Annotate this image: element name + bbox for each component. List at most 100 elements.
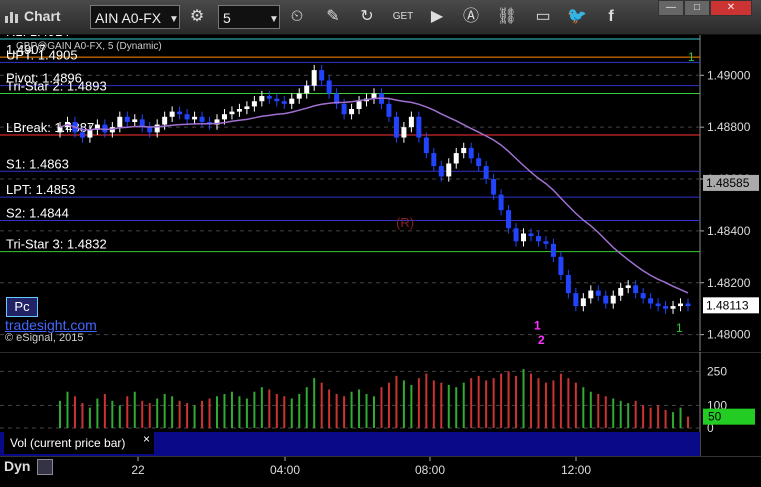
volume-bar — [559, 373, 562, 428]
x-tick-label: 04:00 — [270, 463, 300, 477]
volume-bar — [156, 398, 159, 428]
link-icon[interactable]: ⛓ — [496, 6, 518, 28]
comment-icon[interactable]: ▭ — [532, 6, 554, 28]
candle-body — [296, 93, 302, 99]
volume-bar — [544, 382, 547, 428]
maximize-button[interactable]: □ — [684, 0, 710, 16]
candle-body — [498, 194, 504, 211]
site-link[interactable]: tradesight.com — [5, 317, 97, 333]
level-label: Tri-Star 3: 1.4832 — [6, 237, 107, 252]
volume-bar — [664, 409, 667, 428]
candle-body — [408, 116, 414, 128]
volume-bar — [66, 391, 69, 428]
play-icon[interactable]: ▶ — [426, 6, 448, 28]
volume-bar — [171, 396, 174, 428]
volume-bar — [687, 416, 689, 428]
candle-body — [341, 103, 347, 115]
volume-bar — [313, 378, 316, 428]
volume-bar — [387, 382, 390, 428]
candle-body — [132, 119, 138, 122]
a-icon[interactable]: Ⓐ — [460, 6, 482, 28]
candle-body — [618, 287, 624, 296]
close-button[interactable]: ✕ — [710, 0, 752, 16]
lock-icon[interactable] — [37, 459, 53, 475]
close-icon[interactable]: × — [143, 432, 150, 446]
volume-bar — [455, 387, 458, 428]
pencil-icon[interactable]: ✎ — [322, 6, 344, 28]
candle-body — [416, 116, 422, 138]
green-marker-top: 1 — [688, 50, 695, 64]
candle-body — [595, 290, 601, 296]
price-chart[interactable]: R1: 1.49141.4907UPT: 1.4905Pivot: 1.4896… — [0, 24, 761, 351]
volume-bar — [417, 378, 420, 428]
facebook-icon[interactable]: f — [600, 6, 622, 28]
y-tick-label: 1.49000 — [707, 68, 751, 82]
candle-body — [625, 285, 631, 288]
volume-bar — [253, 391, 256, 428]
volume-bar — [230, 391, 233, 428]
volume-bar — [193, 405, 196, 428]
symbol-dropdown-icon[interactable]: ▼ — [163, 9, 185, 31]
settings-icon[interactable]: ⚙ — [186, 6, 208, 28]
candle-body — [311, 70, 317, 86]
candle-body — [87, 129, 93, 138]
candle-body — [446, 163, 452, 177]
candle-body — [244, 106, 250, 110]
volume-bar — [298, 394, 301, 428]
candle-body — [124, 116, 130, 122]
level-label: LPT: 1.4853 — [6, 182, 75, 197]
candle-body — [685, 303, 691, 307]
volume-bar — [343, 396, 346, 428]
interval-dropdown-icon[interactable]: ▼ — [263, 9, 285, 31]
level-label: S1: 1.4863 — [6, 156, 69, 171]
candle-body — [513, 228, 519, 242]
candle-body — [543, 241, 549, 244]
refresh-icon[interactable]: ↻ — [356, 6, 378, 28]
volume-bar — [118, 405, 121, 428]
candle-body — [603, 295, 609, 304]
volume-bar — [335, 394, 338, 428]
magenta-marker-2: 2 — [538, 333, 545, 347]
candle-body — [349, 109, 355, 115]
current-price-label: 1.48113 — [706, 298, 749, 312]
volume-bar — [373, 396, 375, 428]
clock-icon[interactable]: ⏲ — [286, 6, 308, 28]
get-icon[interactable]: GET — [392, 6, 414, 28]
volume-bar — [268, 389, 271, 428]
volume-bar — [530, 373, 532, 428]
pc-badge[interactable]: Pc — [6, 297, 38, 317]
volume-bar — [141, 400, 144, 428]
volume-bar — [358, 389, 361, 428]
volume-bar — [597, 394, 600, 428]
candle-body — [438, 166, 444, 177]
candle-body — [236, 109, 242, 112]
time-axis-bar: 22 04:00 08:00 12:00 — [0, 456, 761, 482]
candle-body — [356, 101, 362, 110]
vol-tick-label: 250 — [707, 364, 727, 378]
x-tick-label: 22 — [131, 463, 145, 477]
volume-bar — [619, 400, 622, 428]
candle-body — [648, 298, 654, 304]
candle-body — [558, 256, 564, 275]
y-tick-label: 1.48200 — [707, 276, 751, 290]
volume-bar — [537, 378, 540, 428]
volume-bar — [447, 384, 450, 428]
volume-bar — [627, 403, 630, 428]
candle-body — [588, 290, 594, 299]
volume-bar — [216, 396, 218, 428]
candle-body — [304, 85, 310, 94]
volume-bar — [522, 369, 525, 428]
candle-body — [580, 298, 586, 307]
volume-bar — [470, 378, 473, 428]
candle-body — [393, 116, 399, 138]
candle-body — [670, 306, 676, 309]
minimize-button[interactable]: — — [658, 0, 684, 16]
volume-bar — [245, 398, 248, 428]
twitter-icon[interactable]: 🐦 — [566, 6, 588, 28]
dyn-label[interactable]: Dyn — [4, 458, 30, 474]
volume-bar — [73, 396, 76, 428]
volume-bar — [500, 373, 503, 428]
price-panel[interactable]: R1: 1.49141.4907UPT: 1.4905Pivot: 1.4896… — [0, 24, 761, 351]
candle-body — [319, 70, 325, 81]
candle-body — [573, 293, 579, 307]
